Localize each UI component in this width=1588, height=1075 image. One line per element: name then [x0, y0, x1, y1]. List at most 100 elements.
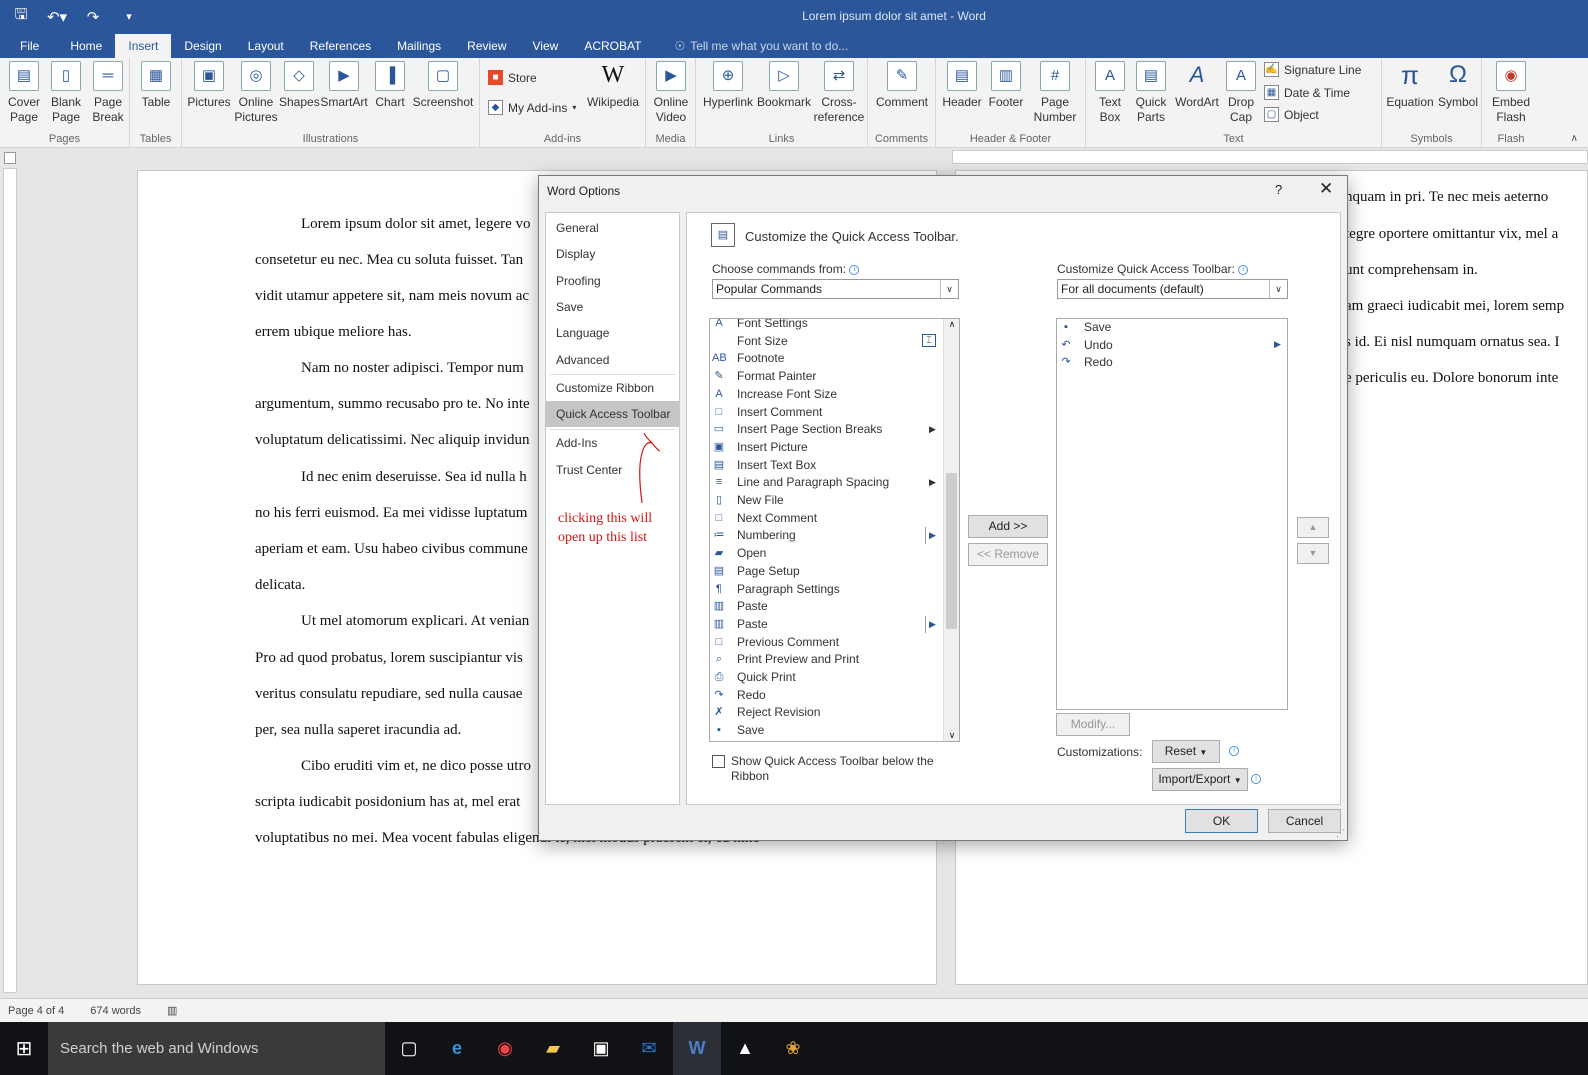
command-item[interactable]: ▯ New File: [710, 492, 943, 510]
close-icon[interactable]: ✕: [1319, 179, 1333, 199]
nav-language[interactable]: Language: [546, 320, 679, 346]
tab-mailings[interactable]: Mailings: [384, 34, 454, 58]
command-item[interactable]: ▥ Paste ▶: [710, 615, 943, 634]
tab-view[interactable]: View: [520, 34, 572, 58]
command-item[interactable]: A Font Settings: [710, 319, 943, 333]
windows-start-icon[interactable]: ⊞: [0, 1022, 48, 1075]
command-item[interactable]: AB Footnote: [710, 350, 943, 368]
reset-button[interactable]: Reset ▼: [1152, 740, 1220, 763]
scroll-up-icon[interactable]: ∧: [944, 319, 959, 330]
cancel-button[interactable]: Cancel: [1268, 809, 1341, 833]
remove-button[interactable]: << Remove: [968, 543, 1048, 566]
wordart-button[interactable]: A WordArt: [1172, 61, 1222, 110]
symbol-button[interactable]: Ω Symbol: [1436, 61, 1480, 110]
store-button[interactable]: ■ Store: [488, 70, 537, 85]
tab-insert[interactable]: Insert: [115, 34, 172, 58]
command-item[interactable]: ⎙ Quick Print: [710, 669, 943, 687]
move-down-button[interactable]: ▼: [1297, 543, 1329, 564]
cross-reference-button[interactable]: ⇄ Cross- reference: [812, 61, 866, 125]
ok-button[interactable]: OK: [1185, 809, 1258, 833]
shapes-button[interactable]: ◇ Shapes: [279, 61, 320, 110]
vertical-ruler[interactable]: [3, 168, 17, 993]
modify-button[interactable]: Modify...: [1056, 713, 1130, 736]
show-below-ribbon-checkbox[interactable]: [712, 755, 725, 768]
commands-scrollbar[interactable]: ∧ ∨: [943, 319, 959, 741]
photos-icon[interactable]: ▲: [721, 1022, 769, 1075]
nav-quick-access-toolbar[interactable]: Quick Access Toolbar: [546, 401, 679, 427]
customize-qat-dropdown[interactable]: For all documents (default) ∨: [1057, 279, 1288, 299]
qat-item[interactable]: ▪ Save: [1057, 319, 1269, 337]
smartart-button[interactable]: ▶ SmartArt: [320, 61, 368, 110]
command-item[interactable]: ✎ Format Painter: [710, 368, 943, 386]
quick-parts-button[interactable]: ▤ Quick Parts: [1130, 61, 1172, 125]
table-button[interactable]: ▦ Table: [136, 61, 176, 110]
command-item[interactable]: ≔ Numbering ▶: [710, 527, 943, 545]
scroll-down-icon[interactable]: ∨: [944, 730, 959, 741]
horizontal-ruler[interactable]: [952, 150, 1588, 164]
outlook-icon[interactable]: ✉: [625, 1022, 673, 1075]
proofing-icon[interactable]: ▥: [167, 1004, 177, 1017]
word-taskbar-icon[interactable]: W: [673, 1022, 721, 1075]
drop-cap-button[interactable]: A Drop Cap: [1222, 61, 1260, 125]
tab-review[interactable]: Review: [454, 34, 519, 58]
bookmark-button[interactable]: ▷ Bookmark: [756, 61, 812, 110]
footer-button[interactable]: ▥ Footer: [984, 61, 1028, 110]
help-icon[interactable]: ?: [1275, 182, 1282, 197]
wikipedia-button[interactable]: W Wikipedia: [584, 61, 642, 110]
nav-customize-ribbon[interactable]: Customize Ribbon: [546, 375, 679, 401]
command-item[interactable]: ▤ Page Setup: [710, 563, 943, 581]
comment-button[interactable]: ✎ Comment: [872, 61, 932, 110]
command-item[interactable]: ≡ Line and Paragraph Spacing ▶: [710, 474, 943, 492]
edge-icon[interactable]: e: [433, 1022, 481, 1075]
page-count[interactable]: Page 4 of 4: [8, 1005, 64, 1017]
tab-design[interactable]: Design: [171, 34, 234, 58]
task-view-icon[interactable]: ▢: [385, 1022, 433, 1075]
tab-layout[interactable]: Layout: [235, 34, 297, 58]
move-up-button[interactable]: ▲: [1297, 517, 1329, 538]
tell-me-box[interactable]: ☉ Tell me what you want to do...: [654, 34, 861, 58]
hyperlink-button[interactable]: ⊕ Hyperlink: [700, 61, 756, 110]
choose-commands-dropdown[interactable]: Popular Commands ∨: [712, 279, 959, 299]
add-button[interactable]: Add >>: [968, 515, 1048, 538]
cover-page-button[interactable]: ▤ Cover Page: [4, 61, 44, 125]
command-item[interactable]: ▥ Paste: [710, 598, 943, 616]
page-break-button[interactable]: ═ Page Break: [88, 61, 128, 125]
command-item[interactable]: ⌕ Print Preview and Print: [710, 651, 943, 669]
object-button[interactable]: ▢ Object: [1264, 107, 1319, 122]
date-time-button[interactable]: ▦ Date & Time: [1264, 85, 1350, 100]
command-item[interactable]: ↷ Redo: [710, 687, 943, 705]
online-video-button[interactable]: ▶ Online Video: [650, 61, 692, 125]
qat-items-list[interactable]: ▪ Save ↶ Undo ↷ Redo ▶: [1056, 318, 1288, 710]
command-item[interactable]: A Increase Font Size: [710, 386, 943, 404]
equation-button[interactable]: π Equation: [1384, 61, 1436, 110]
online-pictures-button[interactable]: ◎ Online Pictures: [234, 61, 278, 125]
my-addins-button[interactable]: ◆ My Add-ins ▾: [488, 100, 576, 115]
import-export-button[interactable]: Import/Export ▼: [1152, 768, 1248, 791]
page-number-button[interactable]: # Page Number: [1028, 61, 1082, 125]
qat-item[interactable]: ↶ Undo: [1057, 337, 1269, 355]
nav-proofing[interactable]: Proofing: [546, 268, 679, 294]
screenshot-button[interactable]: ▢ Screenshot: [411, 61, 475, 110]
collapse-ribbon-icon[interactable]: ∧: [1571, 133, 1578, 144]
signature-line-button[interactable]: ✍ Signature Line: [1264, 62, 1361, 77]
tab-acrobat[interactable]: ACROBAT: [571, 34, 654, 58]
scroll-thumb[interactable]: [946, 473, 957, 629]
text-box-button[interactable]: A Text Box: [1090, 61, 1130, 125]
store-taskbar-icon[interactable]: ▣: [577, 1022, 625, 1075]
tab-file[interactable]: File: [0, 34, 57, 58]
word-count[interactable]: 674 words: [90, 1005, 141, 1017]
nav-save[interactable]: Save: [546, 294, 679, 320]
embed-flash-button[interactable]: ◉ Embed Flash: [1486, 61, 1536, 125]
command-item[interactable]: ▪ Save: [710, 722, 943, 740]
paint-icon[interactable]: ❀: [769, 1022, 817, 1075]
pictures-button[interactable]: ▣ Pictures: [186, 61, 232, 110]
nav-general[interactable]: General: [546, 215, 679, 241]
command-item[interactable]: □ Previous Comment: [710, 634, 943, 652]
command-item[interactable]: ▤ Insert Text Box: [710, 457, 943, 475]
command-item[interactable]: ▰ Open: [710, 545, 943, 563]
nav-advanced[interactable]: Advanced: [546, 347, 679, 373]
command-item[interactable]: ▣ Insert Picture: [710, 439, 943, 457]
taskbar-search-box[interactable]: Search the web and Windows: [48, 1022, 385, 1075]
command-item[interactable]: □ Insert Comment: [710, 404, 943, 422]
tab-references[interactable]: References: [297, 34, 384, 58]
